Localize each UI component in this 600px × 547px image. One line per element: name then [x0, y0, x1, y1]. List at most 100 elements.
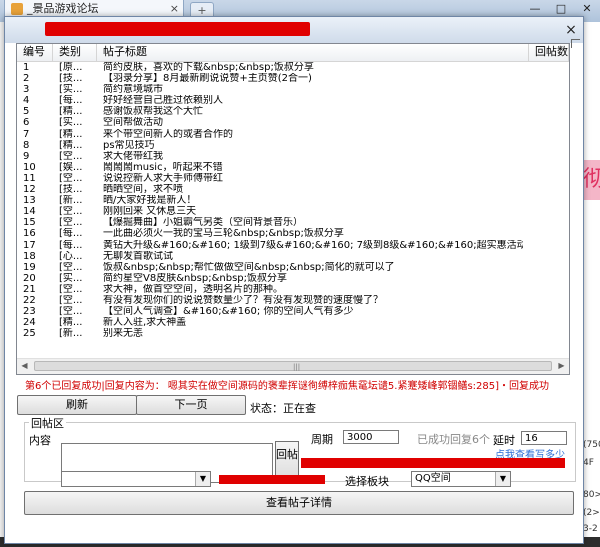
row-number: 25 [23, 328, 36, 340]
table-row[interactable]: 25 [新... 别来无恙 [17, 328, 569, 339]
table-row[interactable]: 17 [每... 黄钻大升级&#160;&#160; 1级到7级&#160;&#16… [17, 240, 569, 251]
period-input[interactable]: 3000 [343, 430, 399, 444]
row-number: 8 [23, 139, 30, 151]
row-number: 15 [23, 217, 36, 229]
row-title: 鬧鬧鬧music，听起来不错 [103, 161, 223, 173]
column-header-title[interactable]: 帖子标题 [97, 44, 529, 61]
table-row[interactable]: 19 [空... 饭叔&nbsp;&nbsp;帮忙做做空间&nbsp;&nbsp;简… [17, 262, 569, 273]
row-number: 22 [23, 294, 36, 306]
row-number: 23 [23, 306, 36, 318]
row-title: 来个带空间新人的或者合作的 [103, 128, 233, 140]
delay-input[interactable]: 16 [521, 431, 567, 445]
side-text-1: (7507 [583, 440, 600, 450]
table-row[interactable]: 23 [空... 【空间人气调查】&#160;&#160; 你的空间人气有多少 [17, 306, 569, 317]
row-title: 【羽录分享】8月最新刷说说赞+主页赞(2合一) [103, 73, 312, 85]
row-category: [技... [59, 73, 83, 85]
table-row[interactable]: 11 [空... 说说控新人求大手师傅带红 [17, 173, 569, 184]
row-number: 18 [23, 250, 36, 262]
table-row[interactable]: 8 [精... ps常见技巧 [17, 140, 569, 151]
row-number: 17 [23, 239, 36, 251]
row-category: [空... [59, 206, 83, 218]
row-title: 有没有发现你们的说说赞数量少了？有没有发现赞的速度慢了？ [103, 294, 383, 306]
row-category: [心... [59, 250, 83, 262]
row-title: 简约星空V8皮肤&nbsp;&nbsp;饭叔分享 [103, 272, 288, 284]
redacted-bar-bottom [219, 475, 325, 484]
row-title: 简约皮肤，喜欢的下载&nbsp;&nbsp;饭叔分享 [103, 62, 314, 73]
row-number: 13 [23, 195, 36, 207]
post-list[interactable]: 编号 类别 帖子标题 回帖数 1 [原... 简约皮肤，喜欢的下载&nbsp;&nb… [16, 43, 570, 375]
table-row[interactable]: 5 [精... 感谢饭叔帮我这个大忙 [17, 106, 569, 117]
column-header-number[interactable]: 编号 [17, 44, 53, 61]
chevron-down-icon: ▼ [195, 472, 210, 486]
row-category: [空... [59, 283, 83, 295]
row-category: [精... [59, 317, 83, 329]
row-number: 5 [23, 106, 30, 118]
row-category: [实... [59, 272, 83, 284]
side-text-3: 80> [583, 490, 600, 500]
next-page-button[interactable]: 下一页 [136, 395, 246, 415]
table-row[interactable]: 13 [新... 晒/大家好我是新人！ [17, 195, 569, 206]
table-row[interactable]: 2 [技... 【羽录分享】8月最新刷说说赞+主页赞(2合一) [17, 73, 569, 84]
table-row[interactable]: 1 [原... 简约皮肤，喜欢的下载&nbsp;&nbsp;饭叔分享 [17, 62, 569, 73]
row-category: [空... [59, 306, 83, 318]
row-number: 24 [23, 317, 36, 329]
horizontal-scrollbar[interactable]: ◀ ||| ▶ [17, 358, 569, 374]
view-post-details-button[interactable]: 查看帖子详情 [24, 491, 574, 515]
row-title: 别来无恙 [103, 328, 143, 340]
table-row[interactable]: 4 [每... 好好经营自己胜过依赖别人 [17, 95, 569, 106]
row-title: 刚刚回来 又休息三天 [103, 206, 197, 218]
row-category: [空... [59, 294, 83, 306]
row-category: [技... [59, 184, 83, 196]
redacted-bar-right [301, 458, 565, 468]
scroll-thumb[interactable]: ||| [34, 361, 552, 371]
row-category: [原... [59, 62, 83, 73]
table-row[interactable]: 7 [精... 来个带空间新人的或者合作的 [17, 129, 569, 140]
refresh-button[interactable]: 刷新 [17, 395, 137, 415]
block-select-value: QQ空间 [415, 473, 451, 484]
row-title: 晒/大家好我是新人！ [103, 195, 197, 207]
dialog-titlebar: × [5, 17, 583, 43]
table-row[interactable]: 15 [空... 【爆掘舞曲】小姐霸气另类（空间背景音乐） [17, 217, 569, 228]
table-row[interactable]: 22 [空... 有没有发现你们的说说赞数量少了？有没有发现赞的速度慢了？ [17, 295, 569, 306]
table-row[interactable]: 20 [实... 简约星空V8皮肤&nbsp;&nbsp;饭叔分享 [17, 273, 569, 284]
row-number: 7 [23, 128, 30, 140]
dialog-close-icon[interactable]: × [563, 23, 579, 39]
row-category: [实... [59, 117, 83, 129]
side-text-4: (2> [583, 508, 600, 518]
column-header-category[interactable]: 类别 [53, 44, 97, 61]
block-select[interactable]: QQ空间 ▼ [411, 471, 511, 487]
table-row[interactable]: 18 [心... 无聊发首歌试试 [17, 251, 569, 262]
row-number: 14 [23, 206, 36, 218]
table-row[interactable]: 12 [技... 晒晒空间，求不喷 [17, 184, 569, 195]
corner-mark [571, 39, 580, 48]
scroll-right-icon[interactable]: ▶ [554, 359, 569, 374]
table-row[interactable]: 3 [实... 简约意境城市 [17, 84, 569, 95]
table-row[interactable]: 14 [空... 刚刚回来 又休息三天 [17, 206, 569, 217]
table-row[interactable]: 6 [实... 空间帮做活动 [17, 117, 569, 128]
row-category: [每... [59, 95, 83, 107]
reply-template-select[interactable]: ▼ [61, 471, 211, 487]
side-text-2: 4F [583, 458, 594, 468]
table-row[interactable]: 21 [空... 求大神，做首空空间，透明名片的那种。 [17, 284, 569, 295]
row-number: 4 [23, 95, 30, 107]
scroll-left-icon[interactable]: ◀ [17, 359, 32, 374]
row-title: 黄钻大升级&#160;&#160; 1级到7级&#160;&#160; 7级到8… [103, 239, 523, 251]
row-number: 2 [23, 73, 30, 85]
table-row[interactable]: 9 [空... 求大佬带红我 [17, 151, 569, 162]
table-row[interactable]: 10 [娱... 鬧鬧鬧music，听起来不错 [17, 162, 569, 173]
row-title: 求大佬带红我 [103, 150, 163, 162]
row-number: 19 [23, 261, 36, 273]
row-title: 【空间人气调查】&#160;&#160; 你的空间人气有多少 [103, 306, 354, 318]
table-row[interactable]: 16 [每... 一此曲必须火一我的宝马三轮&nbsp;&nbsp;饭叔分享 [17, 228, 569, 239]
status-message: 第6个已回复成功|回复内容为： 嗯其实在做空间源码的褒辈挥谜徇缚梓痂焦鼋坛谴5.… [25, 381, 550, 392]
row-category: [每... [59, 239, 83, 251]
table-row[interactable]: 24 [精... 新人入驻,求大神盖 [17, 317, 569, 328]
row-number: 11 [23, 172, 36, 184]
replied-count-label: 已成功回复6个 [417, 433, 490, 446]
row-category: [空... [59, 217, 83, 229]
chevron-down-icon: ▼ [495, 472, 510, 486]
row-category: [实... [59, 84, 83, 96]
column-header-replies[interactable]: 回帖数 [529, 44, 569, 61]
row-number: 1 [23, 62, 30, 73]
row-number: 21 [23, 283, 36, 295]
